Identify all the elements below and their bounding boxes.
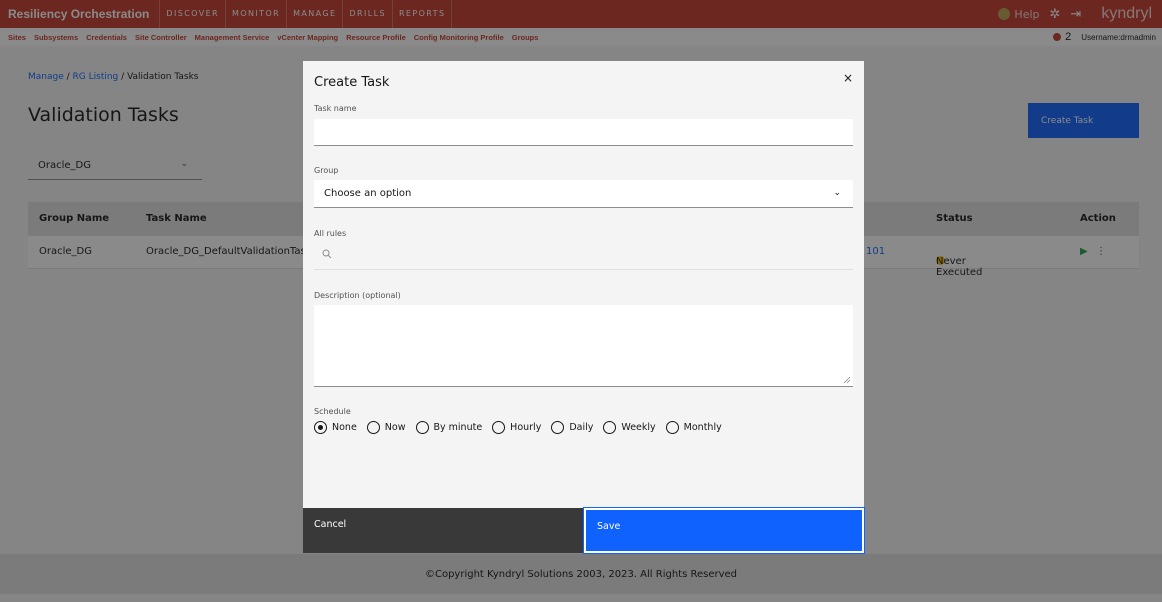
radio-monthly[interactable]: Monthly — [665, 421, 722, 434]
radio-label: By minute — [433, 422, 483, 433]
task-name-input[interactable] — [314, 119, 853, 146]
schedule-radio-group: None Now By minute Hourly Daily Weekly M… — [314, 421, 732, 434]
radio-icon — [415, 421, 429, 434]
group-select-value: Choose an option — [324, 188, 412, 199]
search-icon — [322, 249, 332, 259]
description-label: Description (optional) — [314, 291, 401, 300]
radio-label: Weekly — [621, 422, 656, 433]
group-label: Group — [314, 166, 339, 175]
close-icon[interactable]: × — [843, 71, 853, 85]
modal-footer: Cancel Save — [303, 507, 865, 554]
radio-icon — [492, 421, 506, 434]
radio-now[interactable]: Now — [366, 421, 406, 434]
radio-by-minute[interactable]: By minute — [415, 421, 483, 434]
radio-label: Hourly — [510, 422, 542, 433]
rules-label: All rules — [314, 229, 347, 238]
radio-label: Now — [384, 422, 406, 433]
task-name-label: Task name — [314, 104, 357, 113]
radio-label: Monthly — [683, 422, 722, 433]
modal-title: Create Task — [314, 75, 390, 90]
radio-icon — [551, 421, 565, 434]
rules-search-input[interactable] — [314, 242, 853, 270]
create-task-modal: Create Task × Task name Group Choose an … — [303, 61, 865, 554]
radio-icon — [603, 421, 617, 434]
radio-checked-icon — [314, 421, 327, 434]
description-textarea[interactable] — [314, 305, 853, 387]
radio-label: Daily — [569, 422, 594, 433]
cancel-button[interactable]: Cancel — [303, 508, 584, 553]
resize-grip-icon[interactable] — [843, 376, 851, 384]
radio-icon — [366, 421, 380, 434]
schedule-label: Schedule — [314, 407, 351, 416]
radio-icon — [665, 421, 679, 434]
radio-label: None — [332, 422, 357, 433]
group-select[interactable]: Choose an option ⌄ — [314, 180, 853, 208]
radio-daily[interactable]: Daily — [551, 421, 593, 434]
radio-weekly[interactable]: Weekly — [603, 421, 656, 434]
radio-hourly[interactable]: Hourly — [492, 421, 541, 434]
save-button[interactable]: Save — [583, 507, 865, 554]
chevron-down-icon: ⌄ — [833, 188, 841, 198]
radio-none[interactable]: None — [314, 421, 357, 434]
